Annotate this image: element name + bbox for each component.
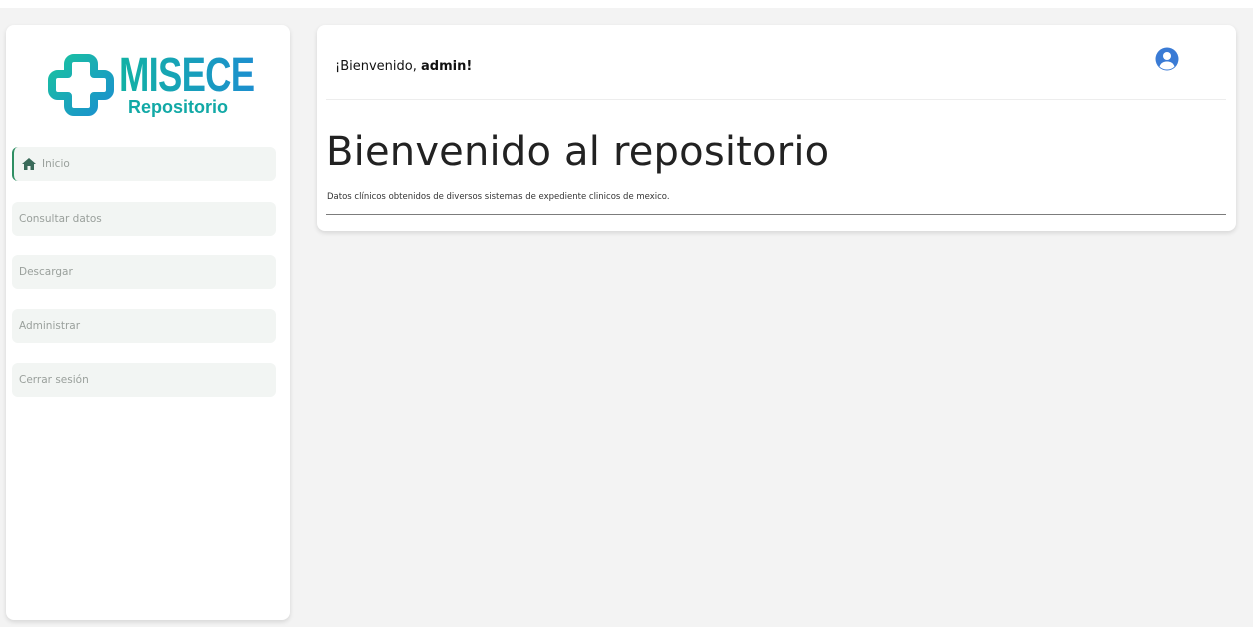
page-description: Datos clínicos obtenidos de diversos sis… [327,192,670,202]
content-divider [326,214,1226,215]
sidebar-item-cerrar-sesion[interactable]: Cerrar sesión [12,363,276,397]
sidebar-item-consultar-datos[interactable]: Consultar datos [12,202,276,236]
sidebar-item-inicio[interactable]: Inicio [12,147,276,181]
sidebar-item-label: Consultar datos [19,213,102,225]
home-icon [22,158,36,170]
brand-logo[interactable]: MISECE Repositorio [46,44,255,120]
page-title: Bienvenido al repositorio [326,129,830,175]
sidebar: MISECE Repositorio Inicio Consultar dato… [6,25,290,620]
medical-cross-icon [48,54,114,116]
sidebar-item-administrar[interactable]: Administrar [12,309,276,343]
sidebar-item-label: Cerrar sesión [19,374,89,386]
sidebar-item-label: Inicio [42,158,70,170]
sidebar-item-label: Descargar [19,266,73,278]
welcome-greeting: ¡Bienvenido, admin! [335,59,472,74]
brand-name: MISECE [119,49,255,102]
main-card: ¡Bienvenido, admin! Bienvenido al reposi… [317,25,1236,231]
user-circle-icon[interactable] [1155,47,1179,71]
sidebar-item-label: Administrar [19,320,81,332]
header-divider [326,99,1226,100]
username: admin! [421,59,473,74]
sidebar-item-descargar[interactable]: Descargar [12,255,276,289]
greeting-prefix: ¡Bienvenido, [335,59,421,74]
top-strip [0,0,1253,8]
brand-subtitle: Repositorio [128,97,229,117]
